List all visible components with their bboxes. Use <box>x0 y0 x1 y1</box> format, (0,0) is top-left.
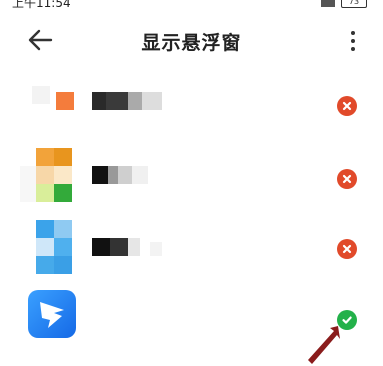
app-row[interactable] <box>0 218 383 278</box>
app-row[interactable] <box>0 146 383 206</box>
close-icon <box>342 174 352 184</box>
page-title: 显示悬浮窗 <box>141 32 242 54</box>
status-icons: 73 <box>321 0 367 8</box>
close-icon <box>342 101 352 111</box>
status-time: 上午11:54 <box>12 0 71 10</box>
status-disabled-badge[interactable] <box>337 169 357 189</box>
signal-icon <box>321 0 335 7</box>
close-icon <box>342 244 352 254</box>
app-name-pixelated <box>92 166 162 184</box>
status-disabled-badge[interactable] <box>337 96 357 116</box>
status-bar: 上午11:54 73 <box>0 0 383 10</box>
app-icon <box>20 146 80 206</box>
annotation-arrow-icon <box>308 326 340 364</box>
app-icon <box>20 74 80 134</box>
app-name-pixelated <box>92 238 172 256</box>
app-name-pixelated <box>92 92 182 110</box>
battery-icon: 73 <box>341 0 367 8</box>
more-options-button[interactable] <box>349 30 357 52</box>
app-icon <box>20 218 80 278</box>
dingtalk-app-icon <box>28 290 76 338</box>
app-bar: 显示悬浮窗 <box>0 18 383 64</box>
app-row[interactable] <box>0 74 383 134</box>
status-disabled-badge[interactable] <box>337 239 357 259</box>
more-vertical-icon <box>351 31 355 51</box>
